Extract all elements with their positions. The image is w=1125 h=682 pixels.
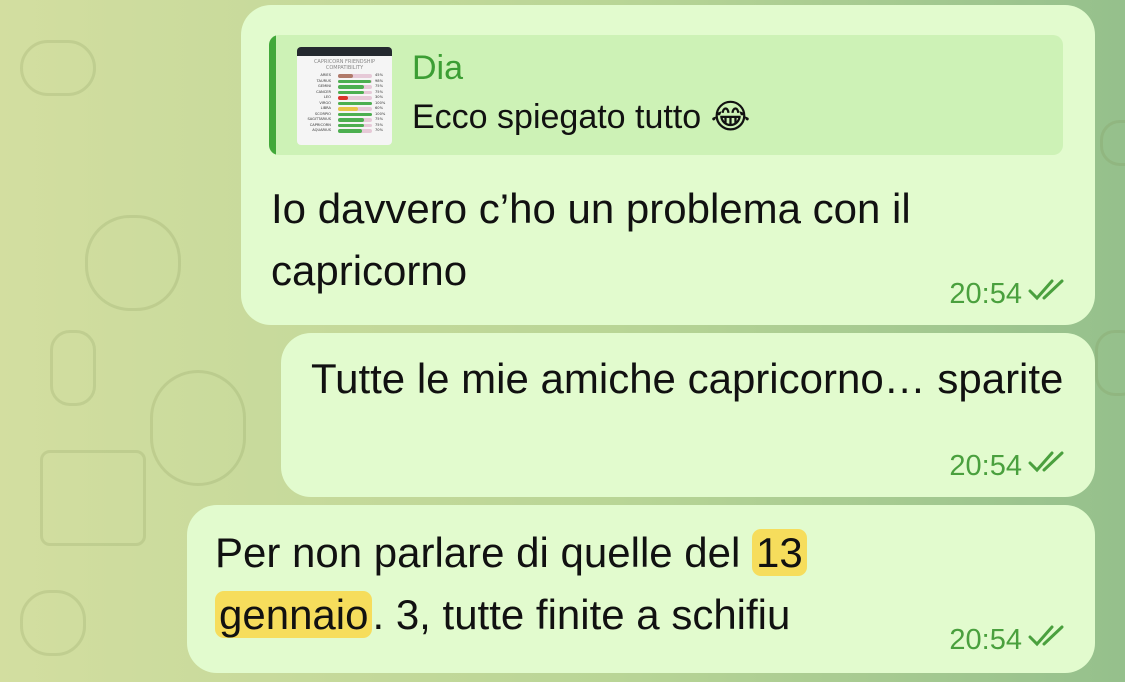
double-check-icon — [1028, 277, 1070, 311]
thumbnail-pct: 100% — [375, 111, 386, 116]
date-link-highlight[interactable]: 13 — [752, 529, 807, 576]
thumbnail-sign: AQUARIUS — [312, 128, 331, 132]
thumbnail-pct: 98% — [375, 78, 383, 83]
thumbnail-pct: 30% — [375, 95, 383, 99]
thumbnail-sign: GEMINI — [318, 84, 331, 88]
thumbnail-bar — [338, 101, 372, 105]
message-meta: 20:54 — [949, 277, 1070, 311]
thumbnail-pct: 100% — [375, 100, 386, 105]
reply-author: Dia — [412, 49, 464, 87]
message-text: Tutte le mie amiche capricorno… sparite — [311, 355, 1064, 402]
thumbnail-sign: SCORPIO — [314, 111, 331, 116]
message-bubble[interactable]: Per non parlare di quelle del 13 gennaio.… — [187, 505, 1095, 673]
thumbnail-pct: 75% — [375, 84, 383, 88]
message-meta: 20:54 — [949, 623, 1070, 657]
message-text-part: Per non parlare di quelle del — [215, 529, 753, 576]
thumbnail-pct: 70% — [375, 128, 383, 132]
thumbnail-row: AQUARIUS 70% — [301, 128, 388, 134]
thumbnail-pct: 45% — [375, 73, 383, 77]
thumbnail-pct: 75% — [375, 122, 383, 127]
thumbnail-sign: ARIES — [320, 73, 331, 77]
message-bubble[interactable]: CAPRICORN FRIENDSHIP COMPATIBILITY ARIES… — [241, 5, 1095, 325]
thumbnail-sign: VIRGO — [319, 100, 331, 105]
thumbnail-sign: CANCER — [316, 89, 331, 94]
thumbnail-pct: 75% — [375, 89, 383, 94]
message-time: 20:54 — [949, 277, 1022, 310]
thumbnail-sign: SAGITTARIUS — [307, 117, 331, 121]
thumbnail-bar — [338, 112, 372, 116]
message-time: 20:54 — [949, 623, 1022, 656]
thumbnail-sign: TAURUS — [316, 78, 331, 83]
thumbnail-bar — [338, 85, 364, 89]
thumbnail-sign: CAPRICORN — [309, 122, 331, 127]
message-text-part: . 3, tutte finite a schifiu — [372, 591, 791, 638]
double-check-icon — [1028, 449, 1070, 483]
thumbnail-pct: 75% — [375, 117, 383, 121]
thumbnail-bar — [338, 96, 349, 100]
reply-thumbnail: CAPRICORN FRIENDSHIP COMPATIBILITY ARIES… — [297, 47, 392, 145]
message-bubble[interactable]: Tutte le mie amiche capricorno… sparite … — [281, 333, 1095, 497]
message-time: 20:54 — [949, 449, 1022, 482]
thumbnail-bar — [338, 129, 362, 133]
reply-preview[interactable]: CAPRICORN FRIENDSHIP COMPATIBILITY ARIES… — [269, 35, 1063, 155]
message-text: Per non parlare di quelle del 13 gennaio.… — [215, 522, 935, 646]
double-check-icon — [1028, 623, 1070, 657]
reply-accent-bar — [269, 35, 276, 155]
thumbnail-bar — [338, 118, 364, 122]
reply-text: Ecco spiegato tutto 😂 — [412, 98, 751, 136]
thumbnail-sign: LIBRA — [320, 106, 331, 110]
thumbnail-bar — [338, 79, 372, 83]
thumbnail-bar — [338, 74, 354, 78]
thumbnail-sign: LEO — [323, 95, 331, 99]
message-meta: 20:54 — [949, 449, 1070, 483]
thumbnail-bar — [338, 90, 364, 94]
date-link-highlight[interactable]: gennaio — [215, 591, 373, 638]
thumbnail-title: CAPRICORN FRIENDSHIP COMPATIBILITY — [313, 59, 376, 71]
thumbnail-pct: 60% — [375, 106, 383, 110]
thumbnail-bar — [338, 107, 359, 111]
thumbnail-bar — [338, 123, 364, 127]
